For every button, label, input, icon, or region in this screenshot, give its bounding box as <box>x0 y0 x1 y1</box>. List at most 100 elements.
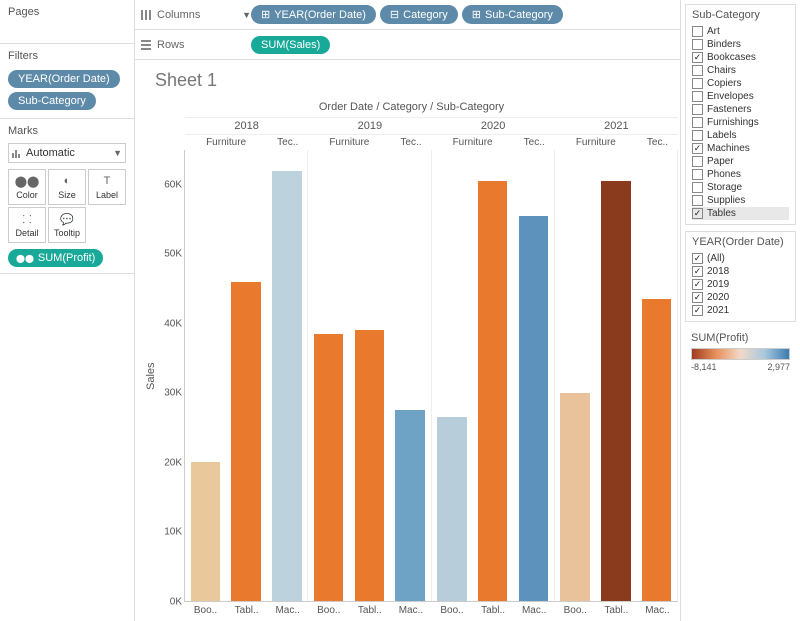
marks-color-button[interactable]: ⬤⬤Color <box>8 169 46 205</box>
bar[interactable] <box>478 181 507 601</box>
bar[interactable] <box>191 462 220 601</box>
subcat-checkbox-row[interactable]: Storage <box>692 181 789 194</box>
chevron-down-icon: ▼ <box>113 148 122 158</box>
x-label: Mac.. <box>390 602 431 619</box>
rows-shelf[interactable]: Rows SUM(Sales) <box>135 30 680 60</box>
columns-shelf[interactable]: Columns ▼ ⊞YEAR(Order Date) ⊟Category ⊞S… <box>135 0 680 30</box>
subcat-checkbox-row[interactable]: Furnishings <box>692 116 789 129</box>
filter-pill-year[interactable]: YEAR(Order Date) <box>8 70 120 88</box>
subcat-checkbox-row[interactable]: Envelopes <box>692 90 789 103</box>
bar-slot[interactable] <box>226 150 267 601</box>
year-checkbox-row[interactable]: ✓2018 <box>692 265 789 278</box>
subcat-checkbox-row[interactable]: Copiers <box>692 77 789 90</box>
year-checkbox-row[interactable]: ✓2021 <box>692 304 789 317</box>
year-checkbox-row[interactable]: ✓ (All) <box>692 252 789 265</box>
color-icon: ⬤⬤ <box>11 174 43 188</box>
marks-profit-pill[interactable]: ⬤⬤ SUM(Profit) <box>8 249 103 267</box>
columns-label: Columns <box>157 9 200 21</box>
checkbox-icon <box>692 104 703 115</box>
rows-icon <box>141 40 151 50</box>
y-tick: 20K <box>164 457 182 468</box>
marks-detail-button[interactable]: ⸬Detail <box>8 207 46 243</box>
marks-label-label: Label <box>96 190 118 200</box>
checkbox-icon: ✓ <box>692 253 703 264</box>
y-tick: 30K <box>164 388 182 399</box>
col-pill-year[interactable]: ⊞YEAR(Order Date) <box>251 5 376 24</box>
subcat-label: Envelopes <box>707 91 754 102</box>
x-label: Tabl.. <box>226 602 267 619</box>
subcat-checkbox-row[interactable]: ✓Bookcases <box>692 51 789 64</box>
subcat-checkbox-row[interactable]: Phones <box>692 168 789 181</box>
bar[interactable] <box>272 171 301 601</box>
checkbox-icon <box>692 26 703 37</box>
x-label: Boo.. <box>555 602 596 619</box>
subcat-checkbox-row[interactable]: Chairs <box>692 64 789 77</box>
right-panel: Sub-Category ArtBinders✓BookcasesChairsC… <box>680 0 800 621</box>
col-pill-subcategory[interactable]: ⊞Sub-Category <box>462 5 563 24</box>
year-checkbox-row[interactable]: ✓2019 <box>692 278 789 291</box>
bar[interactable] <box>519 216 548 601</box>
checkbox-icon <box>692 78 703 89</box>
cat-header: Tec.. <box>390 134 431 150</box>
bar[interactable] <box>231 282 260 601</box>
subcat-checkbox-row[interactable]: Binders <box>692 38 789 51</box>
subcat-checkbox-row[interactable]: Paper <box>692 155 789 168</box>
bar[interactable] <box>314 334 343 601</box>
row-pill-sales[interactable]: SUM(Sales) <box>251 36 330 54</box>
marks-size-label: Size <box>58 190 76 200</box>
bar[interactable] <box>560 393 589 601</box>
subcat-filter-card[interactable]: Sub-Category ArtBinders✓BookcasesChairsC… <box>685 4 796 225</box>
bar-slot[interactable] <box>267 150 308 601</box>
x-label: Mac.. <box>267 602 308 619</box>
year-filter-card[interactable]: YEAR(Order Date) ✓(All)✓2018✓2019✓2020✓2… <box>685 231 796 322</box>
bar[interactable] <box>642 299 671 601</box>
minus-icon: ⊟ <box>390 8 399 21</box>
size-icon: ◐ <box>51 174 83 188</box>
bar-slot[interactable] <box>636 150 677 601</box>
bar[interactable] <box>601 181 630 601</box>
pages-title: Pages <box>8 6 126 18</box>
tooltip-icon: 💬 <box>51 212 83 226</box>
filter-pill-subcat[interactable]: Sub-Category <box>8 92 96 110</box>
bar-slot[interactable] <box>472 150 513 601</box>
marks-type-dropdown[interactable]: Automatic ▼ <box>8 143 126 163</box>
checkbox-icon <box>692 169 703 180</box>
subcat-checkbox-row[interactable]: Art <box>692 25 789 38</box>
bar-slot[interactable] <box>185 150 226 601</box>
subcat-label: Phones <box>707 169 741 180</box>
bar-slot[interactable] <box>513 150 554 601</box>
bar[interactable] <box>395 410 424 601</box>
marks-label-button[interactable]: TLabel <box>88 169 126 205</box>
bar[interactable] <box>355 330 384 601</box>
cat-header: Furniture <box>555 134 637 150</box>
bar[interactable] <box>437 417 466 601</box>
bar-slot[interactable] <box>349 150 390 601</box>
pages-card: Pages <box>0 0 134 44</box>
year-checkbox-row[interactable]: ✓2020 <box>692 291 789 304</box>
col-pill-category[interactable]: ⊟Category <box>380 5 458 24</box>
columns-icon <box>141 10 151 20</box>
subcat-checkbox-row[interactable]: Fasteners <box>692 103 789 116</box>
x-label: Boo.. <box>308 602 349 619</box>
bar-slot[interactable] <box>555 150 596 601</box>
bar-slot[interactable] <box>390 150 431 601</box>
bar-slot[interactable] <box>432 150 473 601</box>
checkbox-icon <box>692 91 703 102</box>
subcat-checkbox-row[interactable]: ✓Tables <box>692 207 789 220</box>
year-header: 2018 <box>185 117 308 134</box>
subcat-checkbox-row[interactable]: Supplies <box>692 194 789 207</box>
checkbox-icon <box>692 195 703 206</box>
year-label: (All) <box>707 253 725 264</box>
bar-slot[interactable] <box>596 150 637 601</box>
filters-title: Filters <box>8 50 126 62</box>
filters-card: Filters YEAR(Order Date) Sub-Category <box>0 44 134 119</box>
marks-tooltip-button[interactable]: 💬Tooltip <box>48 207 86 243</box>
marks-size-button[interactable]: ◐ Size <box>48 169 86 205</box>
marks-type-label: Automatic <box>26 147 75 159</box>
subcat-checkbox-row[interactable]: Labels <box>692 129 789 142</box>
y-tick: 10K <box>164 527 182 538</box>
subcat-label: Supplies <box>707 195 745 206</box>
subcat-checkbox-row[interactable]: ✓Machines <box>692 142 789 155</box>
checkbox-icon <box>692 65 703 76</box>
bar-slot[interactable] <box>308 150 349 601</box>
